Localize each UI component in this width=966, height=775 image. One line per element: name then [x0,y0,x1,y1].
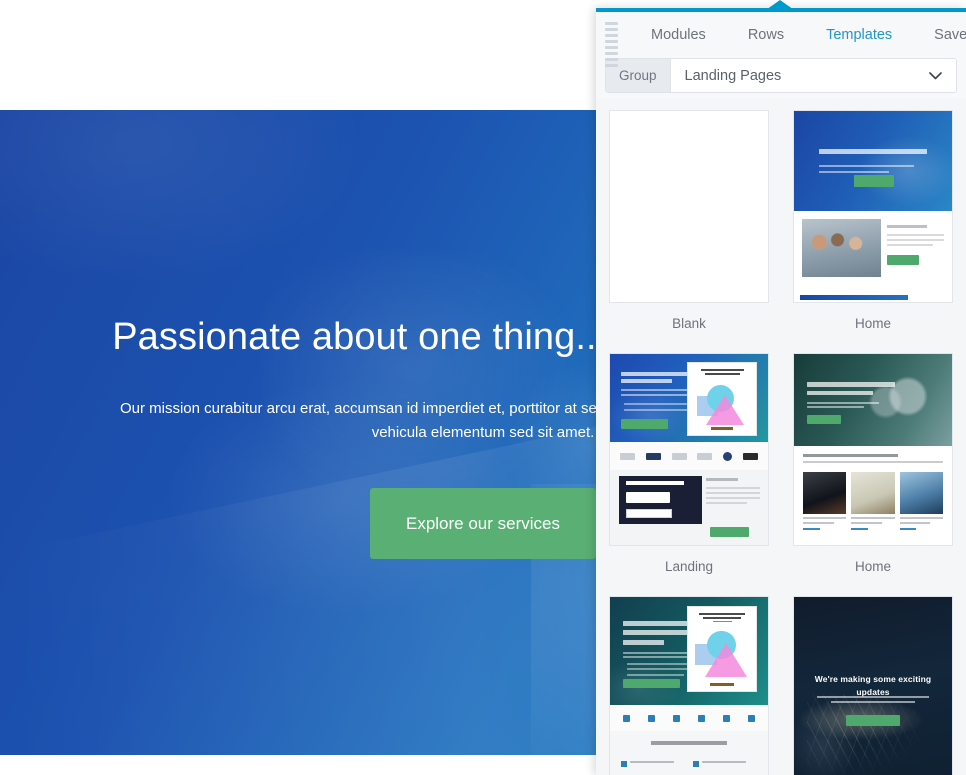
panel-tabs: Modules Rows Templates Saved [630,12,966,58]
template-label: Landing [664,559,714,574]
template-label: Blank [672,316,706,331]
tab-modules[interactable]: Modules [630,12,727,58]
template-thumbnail-home-1[interactable] [793,110,953,303]
tab-templates[interactable]: Templates [805,12,913,58]
template-label: Home [854,559,891,574]
template-thumbnail-coming-soon[interactable]: We're making some exciting updates [793,596,953,775]
screen: Passionate about one thing... Your succe… [0,0,966,775]
panel-header: Modules Rows Templates Saved [596,12,966,67]
templates-grid: Blank Home Landing Home We're making som… [607,110,955,775]
template-thumbnail-home-2[interactable] [793,353,953,546]
tab-saved[interactable]: Saved [913,12,966,58]
template-thumbnail-landing[interactable] [609,353,769,546]
chevron-down-icon[interactable] [922,71,948,80]
template-card-landing[interactable]: Landing [607,353,771,593]
group-select-value: Landing Pages [684,67,782,84]
template-thumbnail-ebook[interactable] [609,596,769,775]
template-label: Home [854,316,891,331]
templates-list[interactable]: Blank Home Landing Home We're making som… [596,99,966,775]
template-card-home-1[interactable]: Home [791,110,955,350]
template-card-coming-soon[interactable]: We're making some exciting updates [791,596,955,775]
group-filter-row: Group Landing Pages [596,58,966,99]
content-panel: Modules Rows Templates Saved Group Landi… [596,8,966,775]
drag-grip-icon[interactable] [605,22,618,67]
group-select[interactable]: Group Landing Pages [605,58,957,93]
tab-rows[interactable]: Rows [727,12,805,58]
panel-pointer-arrow [763,0,797,12]
template-card-home-2[interactable]: Home [791,353,955,593]
thumb-soon-title: We're making some exciting updates [814,674,932,698]
template-thumbnail-blank[interactable] [609,110,769,303]
template-card-blank[interactable]: Blank [607,110,771,350]
template-card-ebook[interactable] [607,596,771,775]
explore-our-services-button[interactable]: Explore our services [370,488,596,560]
